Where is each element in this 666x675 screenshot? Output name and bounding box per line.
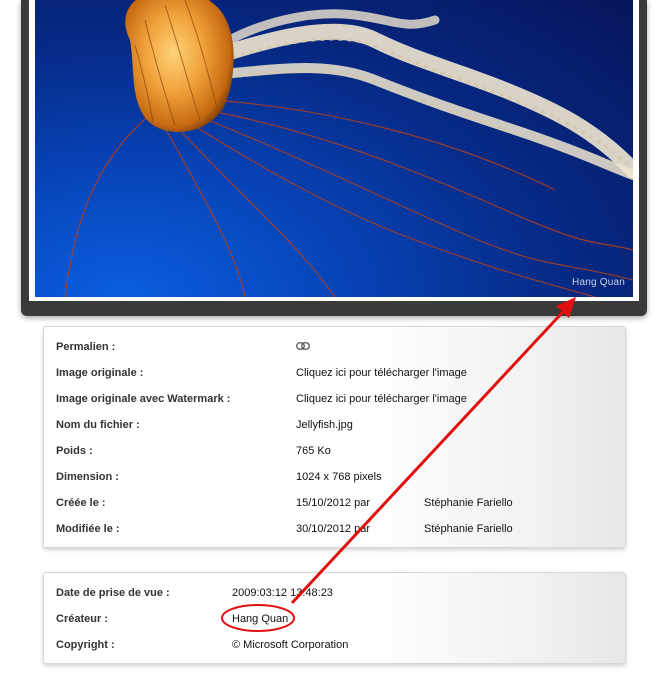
jellyfish-illustration (64, 0, 633, 297)
modified-date: 30/10/2012 par (296, 523, 371, 535)
permalink-row: Permalien : (44, 341, 625, 357)
creator-value: Hang Quan (232, 613, 289, 625)
download-watermark-link[interactable]: Cliquez ici pour télécharger l'image (296, 393, 467, 405)
creator-row: Créateur : Hang Quan (44, 613, 625, 629)
photo-watermark: Hang Quan (572, 277, 625, 288)
creator-label: Créateur : (56, 613, 108, 625)
date-taken-label: Date de prise de vue : (56, 587, 170, 599)
modified-label: Modifiée le : (56, 523, 120, 535)
copyright-row: Copyright : © Microsoft Corporation (44, 639, 625, 655)
original-image-label: Image originale : (56, 367, 144, 379)
photo-border: Hang Quan (29, 0, 639, 301)
permalink-link-icon[interactable] (296, 341, 310, 353)
created-author: Stéphanie Fariello (424, 497, 513, 509)
watermark-image-row: Image originale avec Watermark : Cliquez… (44, 393, 625, 409)
copyright-label: Copyright : (56, 639, 115, 651)
watermark-image-label: Image originale avec Watermark : (56, 393, 231, 405)
dimension-row: Dimension : 1024 x 768 pixels (44, 471, 625, 487)
date-taken-value: 2009:03:12 13:48:23 (232, 587, 333, 599)
permalink-label: Permalien : (56, 341, 116, 353)
photo-frame: Hang Quan (21, 0, 647, 316)
modified-author: Stéphanie Fariello (424, 523, 513, 535)
created-label: Créée le : (56, 497, 106, 509)
filename-row: Nom du fichier : Jellyfish.jpg (44, 419, 625, 435)
download-original-link[interactable]: Cliquez ici pour télécharger l'image (296, 367, 467, 379)
filename-value: Jellyfish.jpg (296, 419, 353, 431)
link-icon (296, 342, 310, 350)
dimension-label: Dimension : (56, 471, 119, 483)
weight-label: Poids : (56, 445, 93, 457)
date-taken-row: Date de prise de vue : 2009:03:12 13:48:… (44, 587, 625, 603)
weight-value: 765 Ko (296, 445, 331, 457)
modified-row: Modifiée le : 30/10/2012 par Stéphanie F… (44, 523, 625, 539)
jellyfish-photo[interactable]: Hang Quan (35, 0, 633, 297)
original-image-row: Image originale : Cliquez ici pour téléc… (44, 367, 625, 383)
filename-label: Nom du fichier : (56, 419, 140, 431)
file-details-panel: Permalien : Image originale : Cliquez ic… (43, 326, 626, 548)
copyright-value: © Microsoft Corporation (232, 639, 349, 651)
created-date: 15/10/2012 par (296, 497, 371, 509)
weight-row: Poids : 765 Ko (44, 445, 625, 461)
created-row: Créée le : 15/10/2012 par Stéphanie Fari… (44, 497, 625, 513)
exif-panel: Date de prise de vue : 2009:03:12 13:48:… (43, 572, 626, 664)
dimension-value: 1024 x 768 pixels (296, 471, 382, 483)
